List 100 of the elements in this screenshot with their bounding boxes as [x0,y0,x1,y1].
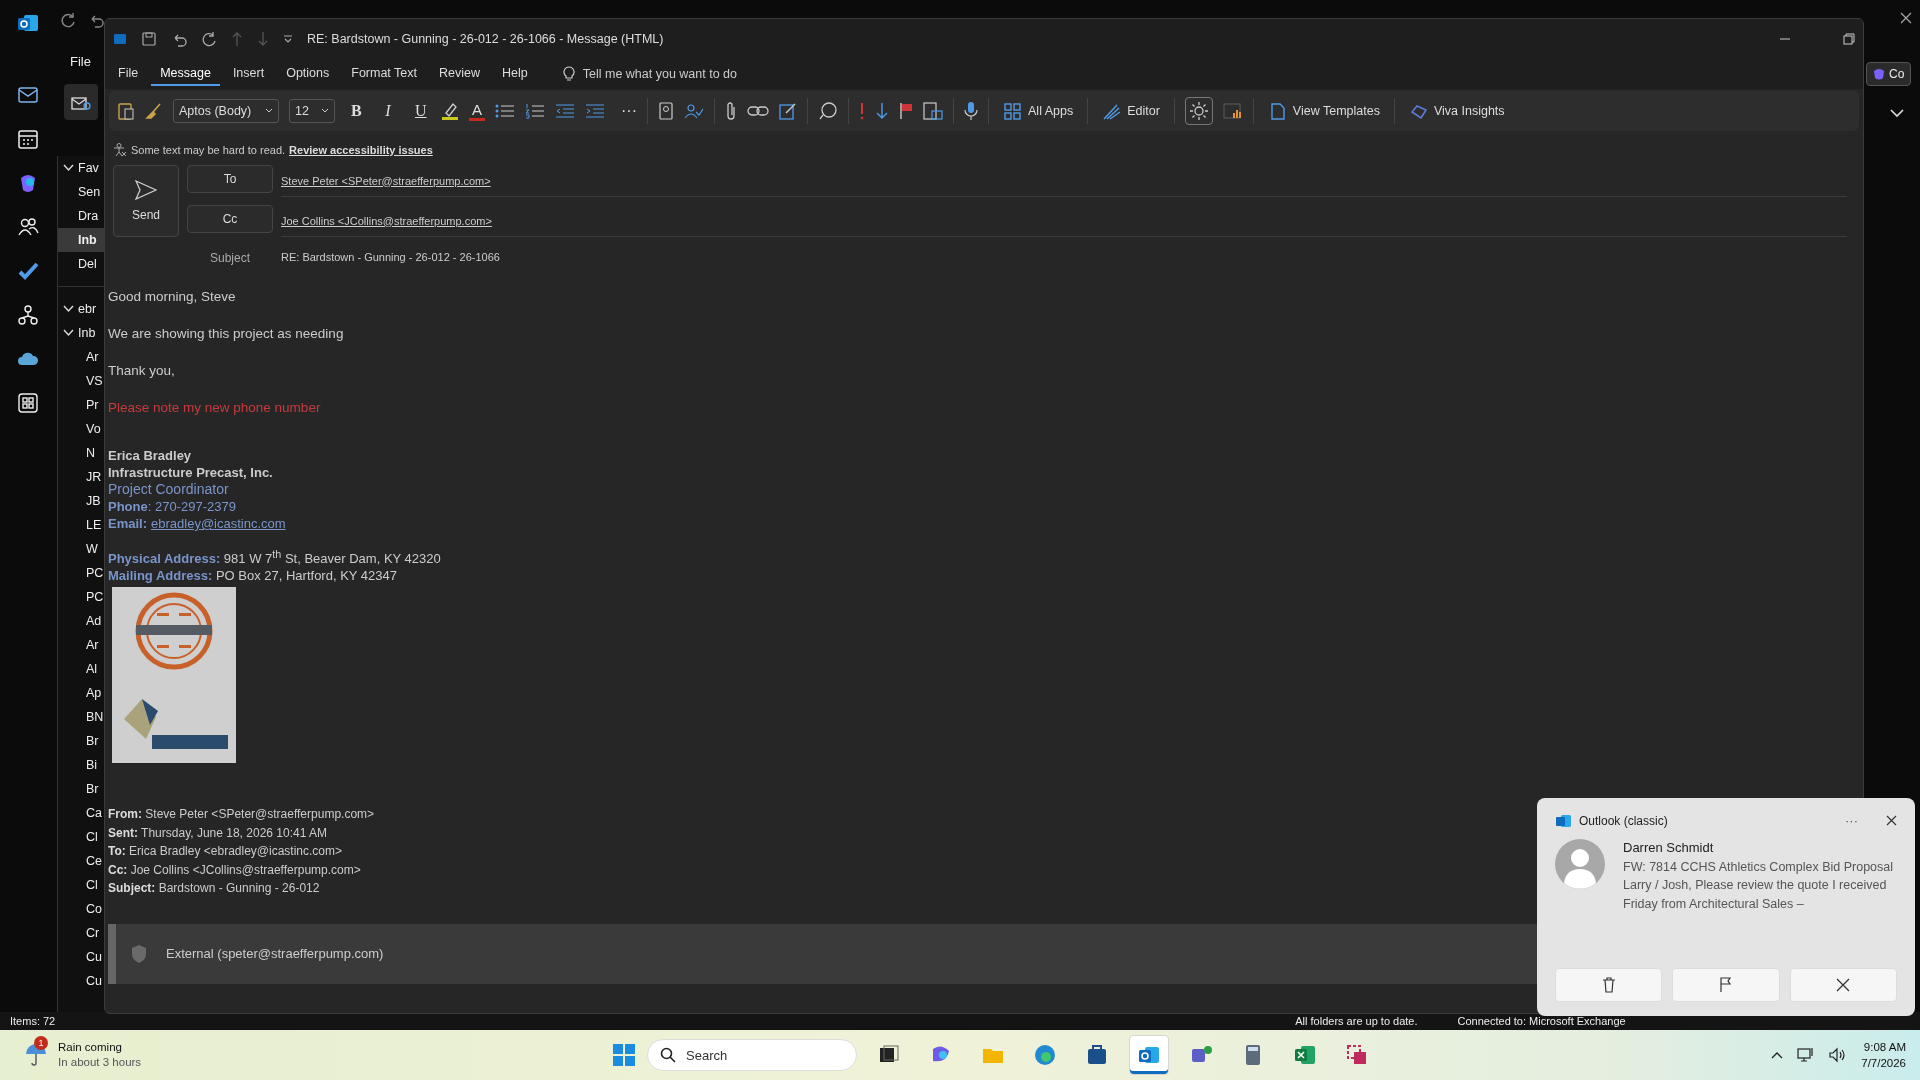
folder-item[interactable]: Cr [58,921,105,945]
folder-item[interactable]: Sen [58,180,105,204]
subject-field[interactable]: RE: Bardstown - Gunning - 26-012 - 26-1066 [281,245,1847,271]
folder-item[interactable]: LE [58,513,105,537]
paperclip-icon[interactable] [725,101,737,121]
ribbon-button[interactable]: Editor [1098,97,1164,125]
folder-item[interactable]: Ap [58,681,105,705]
folder-item[interactable]: Inb [58,228,105,252]
search-field[interactable]: Search [647,1039,857,1071]
ribbon-tab[interactable]: Review [430,62,489,86]
signature-icon[interactable] [779,102,797,120]
tell-me-field[interactable]: Tell me what you want to do [582,67,737,81]
folder-item[interactable]: Pr [58,393,105,417]
new-mail-button[interactable] [64,84,98,120]
folder-item[interactable]: Dra [58,204,105,228]
folder-item[interactable]: BN [58,705,105,729]
start-icon[interactable] [613,1044,635,1066]
folder-item[interactable]: JB [58,489,105,513]
apps-icon[interactable] [17,392,39,414]
flag-icon[interactable] [899,102,913,120]
ribbon-tab[interactable]: Help [493,62,537,86]
folder-item[interactable]: Ce [58,849,105,873]
font-size-dropdown[interactable]: 12 [289,99,335,123]
folder-item[interactable]: W [58,537,105,561]
people-icon[interactable] [17,216,39,238]
cc-field[interactable]: Joe Collins <JCollins@straefferpump.com> [281,214,492,227]
link-icon[interactable] [747,104,769,118]
importance-icon[interactable] [859,102,865,120]
cabinet-icon[interactable] [923,102,943,120]
ribbon-tab[interactable]: Message [151,62,220,86]
paste-icon[interactable] [117,101,135,121]
folder-item[interactable]: N [58,441,105,465]
chat-icon[interactable] [818,102,838,120]
numbering-icon[interactable] [525,103,545,119]
to-button[interactable]: To [187,165,273,193]
folder-item[interactable]: Bi [58,753,105,777]
underline-button[interactable]: U [409,101,431,121]
redo-icon[interactable] [201,31,217,47]
mail-icon[interactable] [17,84,39,106]
folder-label[interactable]: ebr [78,302,97,316]
more-button[interactable]: ··· [615,101,637,121]
folder-item[interactable]: Ad [58,609,105,633]
folder-item[interactable]: Ca [58,801,105,825]
copilot-button[interactable]: Co [1866,62,1912,86]
checkmark-icon[interactable] [17,260,39,282]
ribbon-tab[interactable]: File [109,62,148,86]
chevron-up-icon[interactable] [1771,1051,1784,1059]
refresh-icon[interactable] [60,12,76,28]
bold-button[interactable]: B [345,101,367,121]
review-accessibility-link[interactable]: Review accessibility issues [289,144,433,156]
ribbon-tab[interactable]: Insert [223,62,274,86]
send-button[interactable]: Send [113,165,179,237]
ribbon-button[interactable]: Viva Insights [1404,97,1509,125]
folder-item[interactable]: Vo [58,417,105,441]
network-icon[interactable] [1797,1047,1816,1063]
report-icon[interactable] [1222,102,1243,120]
ribbon-tab[interactable]: Format Text [342,62,426,86]
microphone-icon[interactable] [964,101,978,121]
customize-icon[interactable] [283,34,293,44]
file-tab[interactable]: File [70,54,91,69]
folder-item[interactable]: Co [58,897,105,921]
ribbon-button[interactable]: All Apps [999,97,1078,125]
org-chart-icon[interactable] [17,304,39,326]
chevron-icon[interactable] [62,305,74,313]
save-icon[interactable] [141,31,157,47]
font-color-button[interactable]: A [469,101,485,121]
ribbon-tab[interactable]: Options [277,62,339,86]
folder-item[interactable]: Cu [58,969,105,993]
more-button[interactable]: ··· [1839,812,1864,829]
address-book-icon[interactable] [658,102,674,120]
folder-item[interactable]: Ar [58,345,105,369]
calendar-icon[interactable] [17,128,39,150]
close-icon[interactable] [1900,12,1912,24]
email-link[interactable]: ebradley@icastinc.com [151,515,286,532]
highlighter-icon[interactable] [441,101,459,121]
theme-button[interactable] [1184,97,1213,125]
low-importance-icon[interactable] [875,102,889,120]
folder-item[interactable]: Ar [58,633,105,657]
italic-button[interactable]: I [377,101,399,121]
folder-item[interactable]: Br [58,729,105,753]
folder-item[interactable]: Cu [58,945,105,969]
ribbon-button[interactable]: View Templates [1263,97,1384,125]
close-button[interactable] [1886,815,1897,826]
clock[interactable]: 9:08 AM 7/7/2026 [1861,1039,1906,1071]
font-dropdown[interactable]: Aptos (Body) [173,99,279,123]
to-field[interactable]: Steve Peter <SPeter@straefferpump.com> [281,174,491,187]
restore-icon[interactable] [1843,33,1855,45]
folder-label[interactable]: Inb [78,326,96,340]
bullets-icon[interactable] [495,103,515,119]
chevron-icon[interactable] [1890,108,1904,118]
chevron-icon[interactable] [62,164,74,172]
folder-label[interactable]: Fav [78,161,99,175]
folder-item[interactable]: JR [58,465,105,489]
folder-item[interactable]: PC [58,585,105,609]
folder-item[interactable]: PC [58,561,105,585]
folder-item[interactable]: Del [58,252,105,276]
volume-icon[interactable] [1829,1047,1848,1063]
folder-item[interactable]: Cl [58,873,105,897]
brush-icon[interactable] [145,102,163,120]
chevron-icon[interactable] [62,329,74,337]
